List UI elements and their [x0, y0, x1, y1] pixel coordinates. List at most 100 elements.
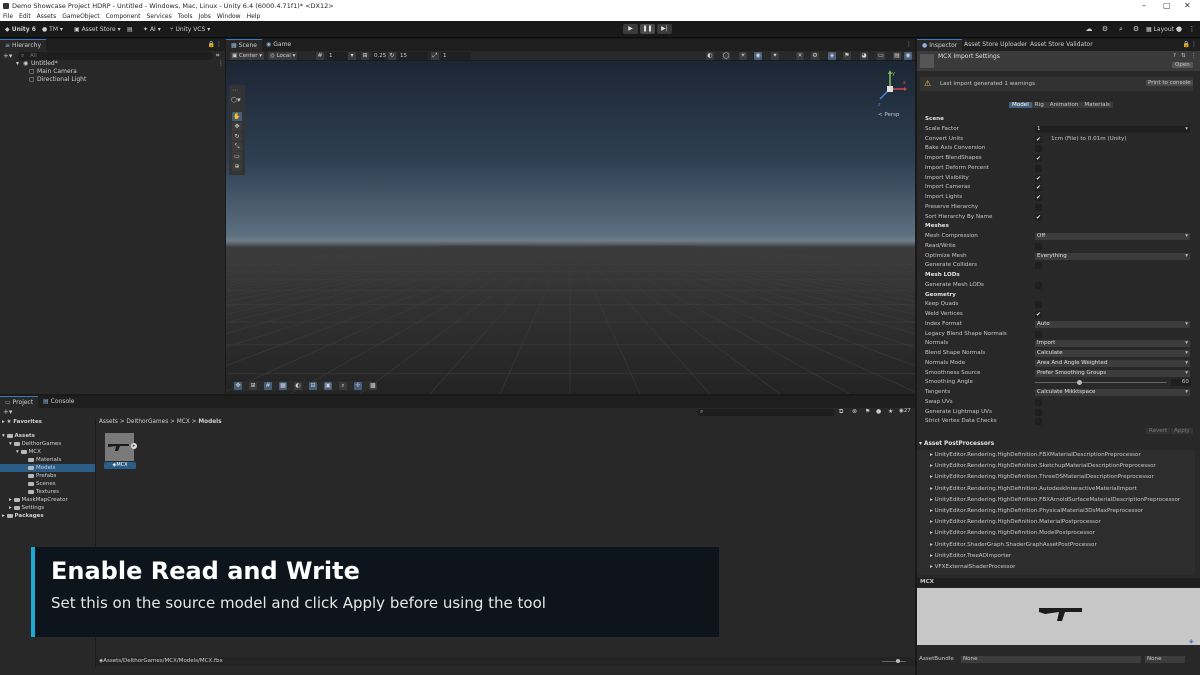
presets-icon[interactable]: ⇅ [1181, 53, 1186, 59]
menu-services[interactable]: Services [146, 13, 171, 20]
subtab-model[interactable]: Model [1009, 102, 1032, 108]
tab-game[interactable]: ◉ Game [261, 39, 296, 51]
subtab-rig[interactable]: Rig [1031, 102, 1047, 108]
scale-tool-icon[interactable]: ⤡ [232, 142, 242, 151]
import-deform-percent-checkbox[interactable] [1035, 164, 1042, 172]
setting-row-generate-mesh-lods[interactable]: Generate Mesh LODs [925, 281, 1195, 290]
overlay-move-icon[interactable]: ✥ [234, 382, 242, 390]
setting-row-generate-lightmap-uvs[interactable]: Generate Lightmap UVs [925, 408, 1195, 417]
asset-tile-mcx[interactable]: ▸ ◈MCX [104, 433, 137, 471]
favorite-star-icon[interactable]: ★ [888, 408, 893, 415]
pivot-dropdown[interactable]: ▣ Center ▾ [230, 52, 264, 60]
search-by-label-icon[interactable]: ⊗ [852, 408, 857, 415]
expand-arrow-icon[interactable]: ▾ [9, 441, 12, 447]
postprocessor-item[interactable]: ▸ UnityEditor.Rendering.HighDefinition.F… [930, 450, 1141, 461]
setting-row-tangents[interactable]: Tangents Calculate Mikktspace [925, 388, 1195, 397]
setting-row-import-deform-percent[interactable]: Import Deform Percent [925, 164, 1195, 173]
tree-scenes[interactable]: Scenes [0, 480, 95, 488]
import-log-icon[interactable]: ⚑ [865, 408, 870, 415]
close-icon[interactable]: ✕ [1184, 0, 1191, 12]
setting-row-convert-units[interactable]: Convert Units ✔ 1cm (File) to 0.01m (Unity… [925, 135, 1195, 144]
hidden-objects-icon[interactable]: ✕ [796, 52, 804, 60]
menu-tools[interactable]: Tools [178, 13, 193, 20]
expand-arrow-icon[interactable]: ▾ [16, 449, 19, 455]
menu-edit[interactable]: Edit [19, 13, 31, 20]
move-tool-icon[interactable]: ✥ [232, 122, 242, 131]
index-format-dropdown[interactable]: Auto [1035, 320, 1190, 328]
setting-row-legacy-blend-shape-normals[interactable]: Legacy Blend Shape Normals [925, 330, 1195, 339]
expand-arrow-icon[interactable]: ▸ [2, 513, 5, 519]
snap-value-field[interactable]: 0.25 [372, 52, 386, 60]
project-search-input[interactable] [697, 409, 835, 416]
postprocessor-item[interactable]: ▸ UnityEditor.Rendering.HighDefinition.P… [930, 506, 1143, 517]
menu-help[interactable]: Help [247, 13, 261, 20]
tree-favorites[interactable]: ▸ ★ Favorites [0, 418, 95, 426]
scene-menu-icon[interactable]: ⋮ [218, 60, 224, 68]
hidden-packages-count[interactable]: ◉27 [899, 408, 911, 414]
palette-grip-icon[interactable]: ⋯ [232, 87, 238, 94]
overlay-search-icon[interactable]: ⌕ [339, 382, 347, 390]
hierarchy-scene-row[interactable]: ▾ ◉ Untitled* ⋮ [0, 60, 225, 68]
cloud-button[interactable]: ▤ [125, 24, 135, 35]
normals-mode-dropdown[interactable]: Area And Angle Weighted [1035, 359, 1190, 367]
tree-assets[interactable]: ▾ Assets [0, 432, 95, 440]
expand-arrow-icon[interactable]: ▾ [2, 433, 5, 439]
more-icon[interactable]: ⋮ [1187, 24, 1197, 34]
vcs-button[interactable]: ⑂ Unity VCS ▾ [168, 24, 212, 35]
search-icon[interactable]: ⌕ [1116, 24, 1126, 34]
setting-row-weld-vertices[interactable]: Weld Vertices ✔ [925, 310, 1195, 319]
settings-icon[interactable]: ⚙ [1131, 24, 1141, 34]
assetbundle-dropdown[interactable]: None [961, 656, 1141, 663]
sort-hierarchy-by-name-checkbox[interactable]: ✔ [1035, 213, 1042, 221]
rotate-tool-icon[interactable]: ↻ [232, 132, 242, 141]
scale-snap-field[interactable]: 1 [441, 52, 471, 60]
postprocessor-item[interactable]: ▸ VFXExternalShaderProcessor [930, 562, 1015, 573]
postprocessor-item[interactable]: ▸ UnityEditor.Rendering.HighDefinition.S… [930, 461, 1156, 472]
optimize-mesh-dropdown[interactable]: Everything [1035, 252, 1190, 260]
zoom-slider-thumb[interactable] [896, 659, 900, 663]
grid-icon[interactable]: # [316, 52, 324, 60]
space-dropdown[interactable]: ◎ Local ▾ [268, 52, 298, 60]
postprocessors-header[interactable]: ▾ Asset PostProcessors [919, 441, 994, 447]
draw-mode-icon[interactable]: ◐ [706, 52, 714, 60]
tab-console[interactable]: ▤ Console [38, 396, 80, 408]
smoothing-angle-slider[interactable] [1035, 382, 1167, 384]
setting-row-strict-vertex-data-checks[interactable]: Strict Vertex Data Checks [925, 417, 1195, 426]
help-icon[interactable]: ● [1174, 24, 1184, 34]
import-lights-checkbox[interactable]: ✔ [1035, 194, 1042, 201]
scene-camera-icon[interactable]: ⚙ [811, 52, 819, 60]
scene-viewport[interactable]: ⋯ ⬡▾ ✋ ✥ ↻ ⤡ ▭ ⊕ y x z < Persp ✥ ⊞ # ▦ ◐… [226, 61, 915, 394]
assetbundle-variant-dropdown[interactable]: None [1145, 656, 1185, 663]
setting-row-import-visibility[interactable]: Import Visibility ✔ [925, 174, 1195, 183]
rotate-snap-icon[interactable]: ↻ [388, 52, 396, 60]
persp-label[interactable]: < Persp [878, 112, 899, 118]
overlay-layout-icon[interactable]: ▦ [279, 382, 287, 390]
subtab-materials[interactable]: Materials [1081, 102, 1113, 108]
lock-icon[interactable]: 🔒 [208, 41, 215, 48]
postprocessor-item[interactable]: ▸ UnityEditor.Rendering.HighDefinition.F… [930, 495, 1180, 506]
setting-row-normals-mode[interactable]: Normals Mode Area And Angle Weighted [925, 359, 1195, 368]
open-button[interactable]: Open [1172, 62, 1193, 68]
tab-project[interactable]: ▭ Project [0, 396, 39, 408]
tab-scene[interactable]: ▦ Scene [226, 39, 262, 51]
convert-units-checkbox[interactable]: ✔ [1035, 135, 1042, 143]
setting-row-blend-shape-normals[interactable]: Blend Shape Normals Calculate [925, 349, 1195, 358]
lighting-toggle-icon[interactable]: ☀ [739, 52, 747, 60]
expand-arrow-icon[interactable]: ▸ [9, 505, 12, 511]
panel-menu-icon[interactable]: ⋮ [1191, 41, 1197, 48]
tree-mcx[interactable]: ▾ MCX [0, 448, 95, 456]
expand-arrow-icon[interactable]: ▸ [2, 419, 5, 425]
setting-row-import-lights[interactable]: Import Lights ✔ [925, 193, 1195, 202]
generate-colliders-checkbox[interactable] [1035, 262, 1042, 270]
setting-row-bake-axis-conversion[interactable]: Bake Axis Conversion [925, 144, 1195, 153]
setting-row-optimize-mesh[interactable]: Optimize Mesh Everything [925, 252, 1195, 261]
subtab-animation[interactable]: Animation [1046, 102, 1082, 108]
search-by-type-icon[interactable]: ⧉ [839, 408, 843, 416]
help-icon[interactable]: ? [1173, 53, 1176, 59]
menu-jobs[interactable]: Jobs [199, 13, 211, 20]
panel-menu-icon[interactable]: ⋮ [216, 41, 222, 48]
model-preview[interactable]: ◈ [917, 588, 1200, 645]
blend-shape-normals-dropdown[interactable]: Calculate [1035, 350, 1190, 357]
mesh-compression-dropdown[interactable]: Off [1035, 233, 1190, 240]
overlay-menu-icon[interactable]: ⚑ [843, 52, 851, 60]
